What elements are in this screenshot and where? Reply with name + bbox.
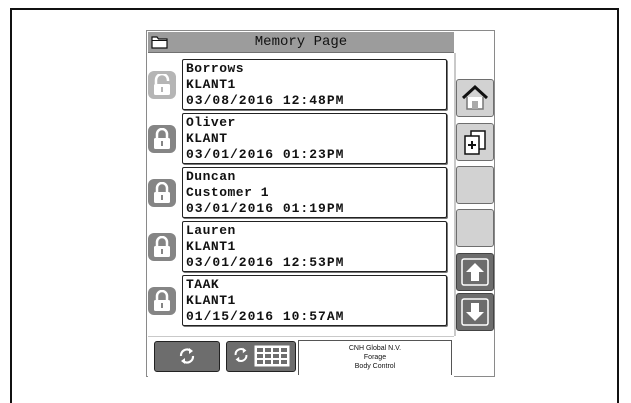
scroll-up-button[interactable]: [456, 253, 494, 291]
brand-label: CNH Global N.V. Forage Body Control: [298, 340, 452, 375]
side-button-column: [456, 32, 494, 375]
scroll-down-button[interactable]: [456, 293, 494, 331]
blank-button[interactable]: [456, 209, 494, 247]
memory-card[interactable]: Duncan Customer 1 03/01/2016 01:19PM: [182, 167, 447, 218]
list-item[interactable]: Lauren KLANT1 03/01/2016 12:53PM: [148, 221, 454, 273]
brand-line-3: Body Control: [354, 363, 396, 370]
list-item[interactable]: Duncan Customer 1 03/01/2016 01:19PM: [148, 167, 454, 219]
memory-card[interactable]: TAAK KLANT1 01/15/2016 10:57AM: [182, 275, 447, 326]
memory-list: Borrows KLANT1 03/08/2016 12:48PM Oliver…: [148, 53, 456, 336]
refresh-button[interactable]: [154, 341, 220, 372]
brand-line-1: CNH Global N.V.: [348, 345, 402, 352]
entry-customer: KLANT1: [186, 77, 236, 92]
memory-card[interactable]: Lauren KLANT1 03/01/2016 12:53PM: [182, 221, 447, 272]
entry-name: Duncan: [186, 169, 236, 184]
entry-datetime: 03/01/2016 01:19PM: [186, 201, 345, 216]
entry-customer: Customer 1: [186, 185, 270, 200]
entry-datetime: 03/08/2016 12:48PM: [186, 93, 345, 108]
bottom-bar: CNH Global N.V. Forage Body Control: [148, 336, 454, 377]
page-title: Memory Page: [254, 34, 348, 50]
list-item[interactable]: TAAK KLANT1 01/15/2016 10:57AM: [148, 275, 454, 327]
brand-line-2: Forage: [363, 354, 387, 361]
display-screen: Memory Page Borrows KLANT1 03/08/2016 12…: [146, 30, 495, 377]
list-item[interactable]: Oliver KLANT 03/01/2016 01:23PM: [148, 113, 454, 165]
locked-icon[interactable]: [148, 125, 176, 153]
entry-name: Lauren: [186, 223, 236, 238]
entry-customer: KLANT1: [186, 239, 236, 254]
refresh-grid-button[interactable]: [226, 341, 296, 372]
title-bar: Memory Page: [148, 32, 454, 53]
home-button[interactable]: [456, 79, 494, 117]
entry-datetime: 03/01/2016 01:23PM: [186, 147, 345, 162]
unlocked-icon[interactable]: [148, 71, 176, 99]
entry-customer: KLANT1: [186, 293, 236, 308]
entry-name: TAAK: [186, 277, 220, 292]
entry-datetime: 01/15/2016 10:57AM: [186, 309, 345, 324]
refresh-icon: [234, 347, 248, 363]
blank-button[interactable]: [456, 166, 494, 204]
entry-name: Borrows: [186, 61, 245, 76]
memory-card[interactable]: Oliver KLANT 03/01/2016 01:23PM: [182, 113, 447, 164]
refresh-icon: [179, 348, 195, 364]
entry-name: Oliver: [186, 115, 236, 130]
list-item[interactable]: Borrows KLANT1 03/08/2016 12:48PM: [148, 59, 454, 111]
memory-card[interactable]: Borrows KLANT1 03/08/2016 12:48PM: [182, 59, 447, 110]
locked-icon[interactable]: [148, 287, 176, 315]
locked-icon[interactable]: [148, 233, 176, 261]
copy-add-button[interactable]: [456, 123, 494, 161]
entry-customer: KLANT: [186, 131, 228, 146]
entry-datetime: 03/01/2016 12:53PM: [186, 255, 345, 270]
locked-icon[interactable]: [148, 179, 176, 207]
grid-icon: [254, 345, 290, 367]
